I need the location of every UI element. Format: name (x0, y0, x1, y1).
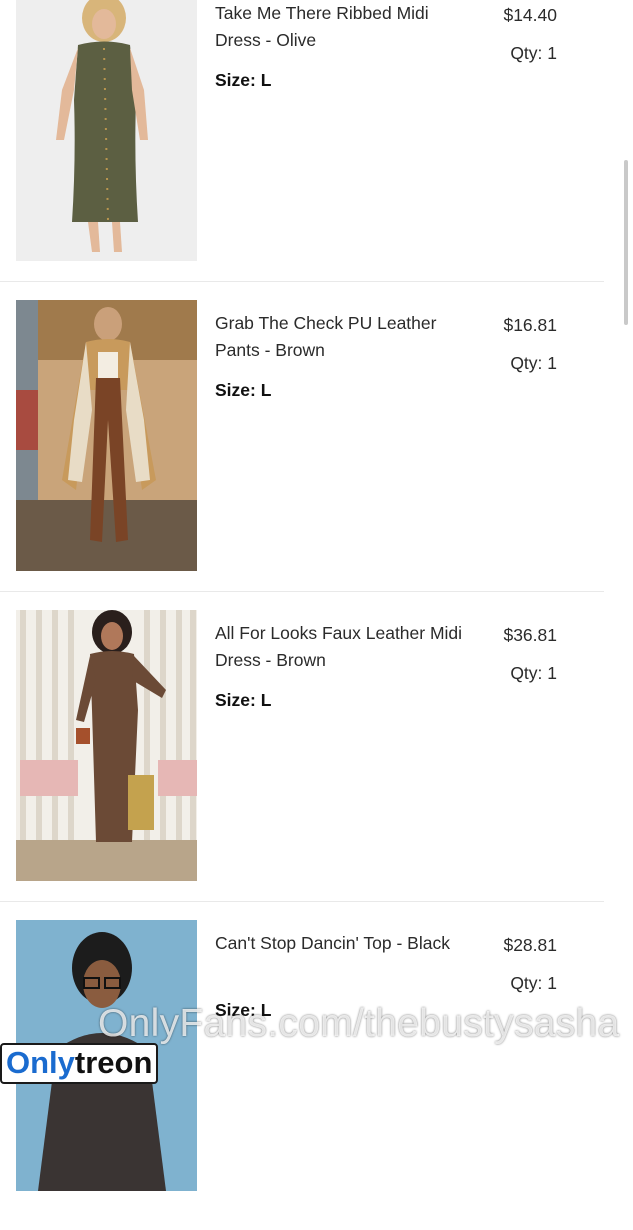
product-name[interactable]: Can't Stop Dancin' Top - Black (215, 930, 465, 957)
olive-dress-photo (16, 0, 197, 261)
product-quantity: Qty: 1 (510, 353, 557, 373)
product-name[interactable]: Take Me There Ribbed Midi Dress - Olive (215, 0, 465, 53)
scrollbar-thumb[interactable] (624, 160, 628, 325)
product-price: $36.81 (503, 625, 557, 645)
order-item: Take Me There Ribbed Midi Dress - Olive … (0, 0, 604, 300)
product-name[interactable]: All For Looks Faux Leather Midi Dress - … (215, 620, 465, 673)
faux-leather-dress-photo (16, 610, 197, 881)
watermark-logo-part1: Only (6, 1045, 75, 1080)
product-image[interactable] (16, 0, 197, 261)
product-name[interactable]: Grab The Check PU Leather Pants - Brown (215, 310, 465, 363)
product-quantity: Qty: 1 (510, 663, 557, 683)
order-item: All For Looks Faux Leather Midi Dress - … (0, 610, 604, 920)
product-quantity: Qty: 1 (510, 973, 557, 993)
product-quantity: Qty: 1 (510, 43, 557, 63)
product-image[interactable] (16, 300, 197, 571)
product-price: $28.81 (503, 935, 557, 955)
order-item: Grab The Check PU Leather Pants - Brown … (0, 300, 604, 610)
watermark-text: OnlyFans.com/thebustysasha (98, 1002, 620, 1045)
divider (0, 591, 604, 592)
divider (0, 281, 604, 282)
watermark-logo: Onlytreon (0, 1043, 159, 1084)
product-size: Size: L (215, 70, 272, 90)
leather-pants-photo (16, 300, 197, 571)
product-price: $14.40 (503, 5, 557, 25)
product-size: Size: L (215, 690, 272, 710)
product-image[interactable] (16, 610, 197, 881)
product-size: Size: L (215, 380, 272, 400)
watermark-logo-part2: treon (74, 1045, 153, 1080)
divider (0, 901, 604, 902)
product-price: $16.81 (503, 315, 557, 335)
